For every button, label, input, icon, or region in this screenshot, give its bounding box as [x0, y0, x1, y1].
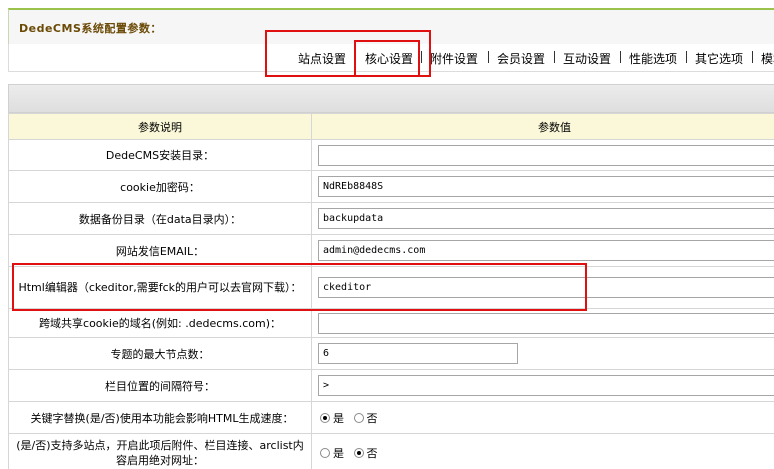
tab-performance-options[interactable]: 性能选项	[629, 50, 677, 67]
tab-separator	[421, 51, 422, 63]
cookie-key-input[interactable]: NdREb8848S	[318, 176, 774, 197]
column-header-value: 参数值	[311, 113, 774, 140]
radio-label-no: 否	[366, 446, 378, 460]
separator-symbol-input[interactable]: >	[318, 375, 774, 396]
table-row: 网站发信EMAIL： admin@dedecms.com	[8, 234, 774, 267]
tab-site-settings[interactable]: 站点设置	[298, 50, 346, 67]
cookie-domain-input[interactable]	[318, 312, 774, 334]
row-label: 数据备份目录（在data目录内）：	[8, 202, 312, 235]
max-node-input[interactable]: 6	[318, 343, 518, 364]
backup-dir-input[interactable]: backupdata	[318, 208, 774, 229]
row-label: 关键字替换(是/否)使用本功能会影响HTML生成速度：	[8, 401, 312, 434]
tab-bar: 站点设置 核心设置 附件设置 会员设置 互动设置 性能选项 其它选项 模块设置	[8, 44, 774, 72]
tab-separator	[752, 51, 753, 63]
keyword-replace-radio-group: 是 否	[320, 411, 384, 425]
row-label: 栏目位置的间隔符号：	[8, 369, 312, 402]
keyword-replace-yes-radio[interactable]	[320, 412, 330, 423]
row-label: DedeCMS安装目录：	[8, 139, 312, 171]
page-header: DedeCMS系统配置参数：	[8, 8, 774, 47]
tab-core-settings[interactable]: 核心设置	[365, 50, 413, 67]
table-row: 数据备份目录（在data目录内）： backupdata	[8, 202, 774, 235]
table-row: 专题的最大节点数： 6	[8, 337, 774, 370]
row-label: Html编辑器（ckeditor,需要fck的用户可以去官网下载）：	[8, 266, 312, 309]
table-row: 跨域共享cookie的域名(例如: .dedecms.com)：	[8, 308, 774, 338]
section-header-bar	[8, 84, 774, 113]
radio-label-yes: 是	[333, 411, 344, 425]
config-page: DedeCMS系统配置参数： 站点设置 核心设置 附件设置 会员设置 互动设置 …	[0, 0, 774, 469]
table-header-row: 参数说明 参数值	[8, 113, 774, 140]
tab-other-options[interactable]: 其它选项	[695, 50, 743, 67]
row-label: 网站发信EMAIL：	[8, 234, 312, 267]
table-row: Html编辑器（ckeditor,需要fck的用户可以去官网下载）： ckedi…	[8, 266, 774, 309]
table-row: cookie加密码： NdREb8848S	[8, 170, 774, 203]
config-table: 参数说明 参数值 DedeCMS安装目录： cookie加密码： NdREb88…	[8, 113, 774, 469]
page-title: DedeCMS系统配置参数：	[19, 22, 162, 35]
multi-site-radio-group: 是 否	[320, 446, 384, 460]
table-row: (是/否)支持多站点，开启此项后附件、栏目连接、arclist内容启用绝对网址：…	[8, 433, 774, 469]
install-dir-input[interactable]	[318, 144, 774, 166]
tab-member-settings[interactable]: 会员设置	[497, 50, 545, 67]
tab-separator	[620, 51, 621, 63]
table-row: 关键字替换(是/否)使用本功能会影响HTML生成速度： 是 否	[8, 401, 774, 434]
row-label: cookie加密码：	[8, 170, 312, 203]
row-label: (是/否)支持多站点，开启此项后附件、栏目连接、arclist内容启用绝对网址：	[8, 433, 312, 469]
html-editor-input[interactable]: ckeditor	[318, 277, 774, 298]
column-header-description: 参数说明	[8, 113, 312, 140]
radio-label-yes: 是	[333, 446, 344, 460]
tab-attachment-settings[interactable]: 附件设置	[430, 50, 478, 67]
tab-separator	[488, 51, 489, 63]
table-row: 栏目位置的间隔符号： >	[8, 369, 774, 402]
tab-module-settings[interactable]: 模块设置	[761, 50, 774, 67]
tab-separator	[686, 51, 687, 63]
keyword-replace-no-radio[interactable]	[353, 412, 364, 423]
tab-separator	[554, 51, 555, 63]
row-label: 跨域共享cookie的域名(例如: .dedecms.com)：	[8, 308, 312, 338]
multi-site-no-radio[interactable]	[353, 447, 364, 458]
row-label: 专题的最大节点数：	[8, 337, 312, 370]
radio-label-no: 否	[366, 411, 378, 425]
table-row: DedeCMS安装目录：	[8, 139, 774, 171]
multi-site-yes-radio[interactable]	[320, 447, 330, 458]
tab-interaction-settings[interactable]: 互动设置	[563, 50, 611, 67]
admin-email-input[interactable]: admin@dedecms.com	[318, 240, 774, 261]
